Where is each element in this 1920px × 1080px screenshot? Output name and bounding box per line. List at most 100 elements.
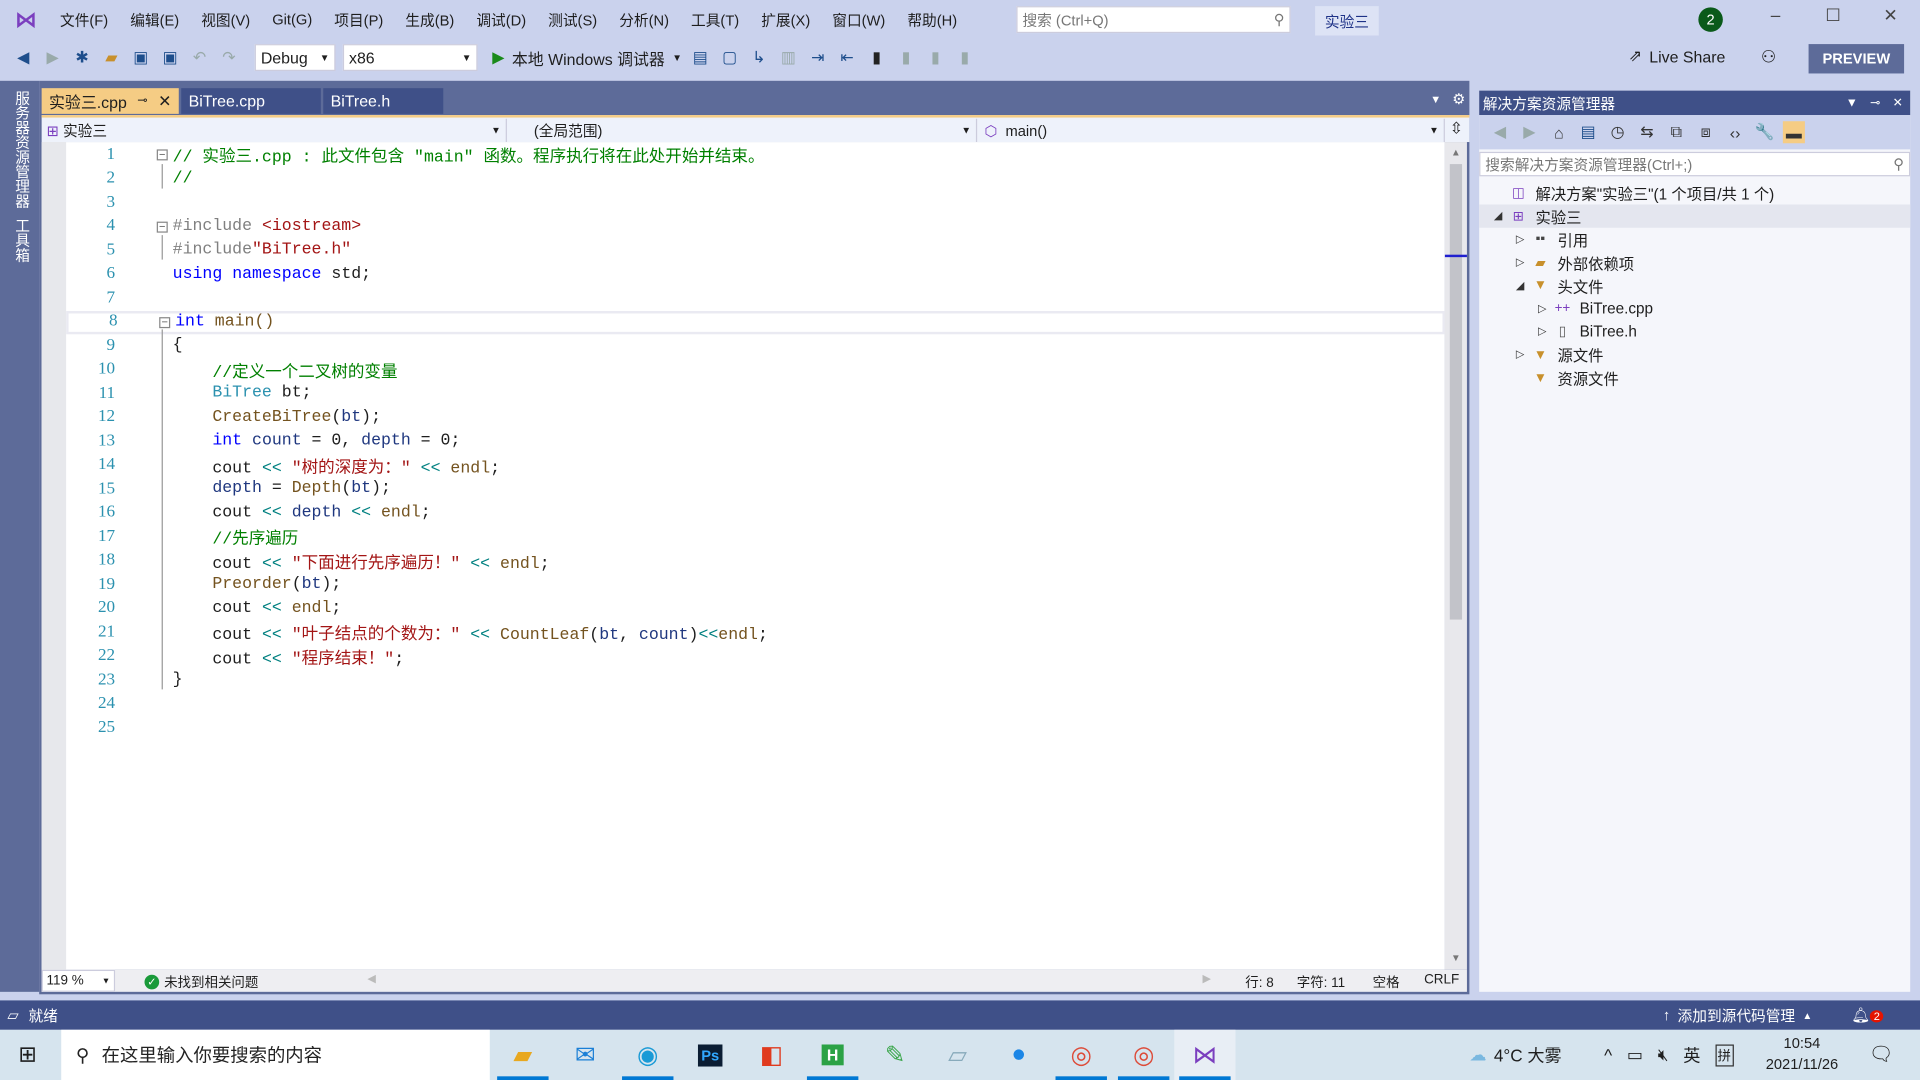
collapse-icon[interactable]: − <box>156 221 168 233</box>
open-folder-icon[interactable]: ▰ <box>100 47 122 69</box>
comment-icon[interactable]: ▥ <box>777 47 799 69</box>
tree-item[interactable]: ◫ 解决方案"实验三"(1 个项目/共 1 个) <box>1479 181 1910 204</box>
platform-dropdown[interactable]: x86 ▼ <box>342 44 478 72</box>
whitespace-indicator[interactable]: 空格 <box>1373 972 1400 992</box>
pin-icon[interactable]: ⊸ <box>1870 96 1880 109</box>
code-line[interactable]: 16 cout << depth << endl; <box>66 501 1445 525</box>
preview-selected-icon[interactable]: ▬ <box>1782 121 1805 144</box>
code-line[interactable]: 17 //先序遍历 <box>66 525 1445 550</box>
ime-language[interactable]: 英 <box>1683 1043 1700 1067</box>
code-line[interactable]: 4 − #include <iostream> <box>66 215 1445 239</box>
menu-item[interactable]: 视图(V) <box>190 9 261 30</box>
notes-icon[interactable]: ▱ <box>927 1030 988 1080</box>
clock[interactable]: 10:54 2021/11/26 <box>1766 1033 1838 1075</box>
bookmark-icon[interactable]: ▮ <box>866 47 888 69</box>
save-all-icon[interactable]: ▣ <box>159 47 181 69</box>
menu-item[interactable]: 分析(N) <box>608 9 680 30</box>
tree-item[interactable]: ▷ ▪▪ 引用 <box>1479 228 1910 251</box>
back-icon[interactable]: ◀ <box>12 47 34 69</box>
live-share-button[interactable]: ⇗ Live Share <box>1629 47 1726 67</box>
tab-overflow-icon[interactable]: ▼ <box>1430 93 1441 105</box>
battery-icon[interactable]: ▭ <box>1627 1044 1643 1065</box>
scroll-up-icon[interactable]: ▲ <box>1451 147 1461 158</box>
code-line[interactable]: 19 Preorder(bt); <box>66 573 1445 597</box>
expand-arrow-icon[interactable]: ▷ <box>1538 325 1553 338</box>
code-line[interactable]: 24 <box>66 692 1445 716</box>
menu-item[interactable]: 文件(F) <box>49 9 119 30</box>
menu-item[interactable]: 调试(D) <box>465 9 537 30</box>
save-icon[interactable]: ▣ <box>130 47 152 69</box>
tree-item[interactable]: ◢ ⊞ 实验三 <box>1479 204 1911 228</box>
minimize-button[interactable]: – <box>1751 5 1800 34</box>
show-all-files-icon[interactable]: ⧈ <box>1695 121 1717 143</box>
view-code-icon[interactable]: ‹› <box>1724 121 1746 143</box>
outdent-icon[interactable]: ⇤ <box>836 47 858 69</box>
forward-icon[interactable]: ▶ <box>1518 121 1540 143</box>
tree-item[interactable]: ▷ ▰ 外部依赖项 <box>1479 251 1910 274</box>
screenshot-icon[interactable]: ▢ <box>719 47 741 69</box>
start-debugging-button[interactable]: ▶ 本地 Windows 调试器 ▼ <box>492 46 682 69</box>
menu-item[interactable]: 测试(S) <box>537 9 608 30</box>
new-project-icon[interactable]: ✱ <box>71 47 93 69</box>
file-explorer-icon[interactable]: ▰ <box>492 1030 553 1080</box>
ime-mode[interactable]: 拼 <box>1715 1043 1734 1066</box>
browse-icon[interactable]: ▤ <box>689 47 711 69</box>
split-icon[interactable]: ⇳ <box>1450 119 1463 139</box>
scope-dropdown[interactable]: (全局范围) ▼ <box>509 118 978 143</box>
properties-icon[interactable]: 🔧 <box>1753 121 1775 143</box>
code-editor[interactable]: 1−// 实验三.cpp : 此文件包含 "main" 函数。程序执行将在此处开… <box>41 142 1445 970</box>
code-line[interactable]: 5 #include"BiTree.h" <box>66 239 1445 263</box>
tree-item[interactable]: ▷ ▼ 源文件 <box>1479 343 1910 366</box>
weather-widget[interactable]: ☁ 4°C 大雾 <box>1469 1030 1561 1080</box>
pycharm-like-icon[interactable]: ✎ <box>864 1030 925 1080</box>
preview-button[interactable]: PREVIEW <box>1808 44 1905 74</box>
code-line[interactable]: 13 int count = 0, depth = 0; <box>66 430 1445 454</box>
indent-icon[interactable]: ⇥ <box>807 47 829 69</box>
sync-icon[interactable]: ⇆ <box>1636 121 1658 143</box>
code-line[interactable]: 20 cout << endl; <box>66 597 1445 621</box>
expand-arrow-icon[interactable]: ◢ <box>1494 209 1509 222</box>
toolbox-tab[interactable]: 工具箱 <box>12 218 33 262</box>
vertical-scrollbar[interactable]: ▲ ▼ <box>1444 142 1467 970</box>
line-ending-indicator[interactable]: CRLF <box>1424 972 1459 987</box>
collapse-icon[interactable]: − <box>156 149 168 161</box>
code-line[interactable]: 14 cout << "树的深度为：" << endl; <box>66 454 1445 479</box>
undo-icon[interactable]: ↶ <box>189 47 211 69</box>
code-line[interactable]: 10 //定义一个二叉树的变量 <box>66 358 1445 383</box>
notification-badge[interactable]: 2 <box>1698 7 1723 32</box>
tree-item[interactable]: ◢ ▼ 头文件 <box>1479 274 1910 297</box>
expand-arrow-icon[interactable]: ▷ <box>1516 256 1531 269</box>
hscroll-right-icon[interactable]: ▶ <box>1202 972 1210 985</box>
code-line[interactable]: 23} <box>66 669 1445 693</box>
expand-arrow-icon[interactable]: ▷ <box>1538 302 1553 315</box>
dingtalk-icon[interactable]: ● <box>988 1030 1049 1080</box>
expand-arrow-icon[interactable]: ▷ <box>1516 348 1531 361</box>
menu-item[interactable]: 扩展(X) <box>750 9 821 30</box>
menu-item[interactable]: 生成(B) <box>394 9 465 30</box>
mail-icon[interactable]: ✉ <box>555 1030 616 1080</box>
expand-arrow-icon[interactable]: ◢ <box>1516 279 1531 292</box>
char-indicator[interactable]: 字符: 11 <box>1297 972 1345 992</box>
next-bookmark-icon[interactable]: ▮ <box>924 47 946 69</box>
close-button[interactable]: ✕ <box>1866 5 1915 34</box>
dropdown-icon[interactable]: ▼ <box>1846 96 1858 109</box>
zoom-dropdown[interactable]: 119 % ▼ <box>41 969 116 992</box>
code-line[interactable]: 18 cout << "下面进行先序遍历！" << endl; <box>66 549 1445 574</box>
solution-search-input[interactable]: 搜索解决方案资源管理器(Ctrl+;) ⚲ <box>1479 151 1911 177</box>
volume-muted-icon[interactable]: 🔇︎ <box>1658 1044 1669 1065</box>
tray-expand-icon[interactable]: ^ <box>1604 1045 1612 1065</box>
close-icon[interactable]: ✕ <box>1893 96 1903 109</box>
code-line[interactable]: 3 <box>66 191 1445 215</box>
tab-main-cpp[interactable]: 实验三.cpp ⊸ ✕ <box>41 88 179 114</box>
chrome-icon[interactable]: ◎ <box>1113 1030 1174 1080</box>
scrollbar-thumb[interactable] <box>1449 164 1463 620</box>
code-line[interactable]: 6 using namespace std; <box>66 263 1445 287</box>
menu-item[interactable]: 窗口(W) <box>821 9 896 30</box>
menu-item[interactable]: 编辑(E) <box>119 9 190 30</box>
clear-bookmarks-icon[interactable]: ▮ <box>954 47 976 69</box>
search-input[interactable]: 搜索 (Ctrl+Q) ⚲ <box>1016 6 1291 34</box>
hbuilder-icon[interactable]: H <box>802 1030 863 1080</box>
collapse-icon[interactable]: − <box>159 316 171 328</box>
close-tab-icon[interactable]: ✕ <box>158 91 171 111</box>
office-icon[interactable]: ◧ <box>741 1030 802 1080</box>
